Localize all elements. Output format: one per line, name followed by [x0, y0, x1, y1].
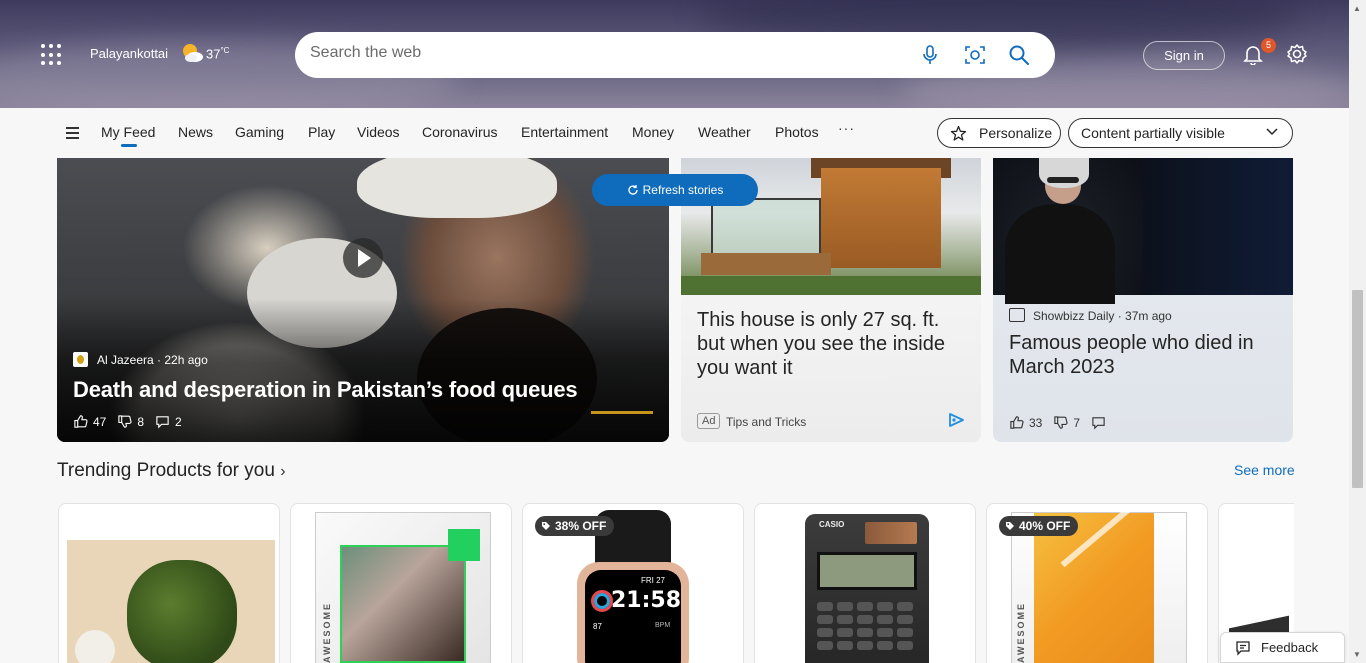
thumbs-up-icon[interactable]: [73, 414, 88, 429]
tab-videos[interactable]: Videos: [357, 124, 400, 140]
scroll-down-arrow-icon[interactable]: ▼: [1353, 650, 1361, 659]
temperature[interactable]: 37°C: [206, 46, 229, 61]
ad-choices-icon[interactable]: [947, 412, 965, 428]
chevron-right-icon: ›: [280, 463, 286, 480]
card-reactions: 47 8 2: [73, 414, 182, 429]
feedback-button[interactable]: Feedback: [1220, 632, 1345, 663]
search-input[interactable]: [310, 44, 890, 62]
scroll-up-arrow-icon[interactable]: ▲: [1353, 4, 1361, 13]
search-icon[interactable]: [1008, 44, 1030, 66]
scrollbar-thumb[interactable]: [1352, 290, 1363, 488]
chevron-down-icon: [1266, 128, 1278, 136]
content-visibility-dropdown[interactable]: Content partially visible: [1068, 118, 1293, 148]
product-card[interactable]: [58, 503, 280, 663]
feedback-icon: [1236, 641, 1250, 656]
likes-count: 33: [1029, 415, 1043, 430]
thumbs-down-icon[interactable]: [1053, 415, 1068, 430]
product-image: CASIO: [805, 514, 929, 663]
see-more-link[interactable]: See more: [1234, 462, 1295, 478]
thumbs-up-icon[interactable]: [1009, 415, 1024, 430]
card-source[interactable]: Al Jazeera · 22h ago: [97, 353, 208, 367]
partly-sunny-icon[interactable]: [180, 42, 204, 64]
search-bar: [295, 32, 1055, 78]
refresh-stories-label: Refresh stories: [642, 183, 724, 197]
visual-search-icon[interactable]: [964, 44, 986, 66]
likes-count: 47: [93, 414, 107, 429]
showbizz-logo-icon: [1009, 308, 1025, 322]
tab-entertainment[interactable]: Entertainment: [521, 124, 608, 140]
tab-news[interactable]: News: [178, 124, 213, 140]
comment-icon[interactable]: [155, 414, 170, 429]
al-jazeera-logo-icon: [73, 352, 88, 367]
price-tag-icon: [1006, 522, 1014, 530]
product-image: [67, 540, 275, 663]
discount-badge: 38% OFF: [535, 516, 615, 536]
trending-products-carousel: AWESOME FRI 27 21:58 87 BPM 38% OFF CASI…: [57, 503, 1294, 663]
ad-label-badge: Ad: [697, 413, 721, 429]
menu-icon[interactable]: [66, 127, 79, 139]
thumbs-down-icon[interactable]: [117, 414, 132, 429]
refresh-icon: [628, 185, 638, 195]
ad-title[interactable]: This house is only 27 sq. ft. but when y…: [697, 308, 972, 380]
page-scrollbar[interactable]: ▲ ▼: [1349, 0, 1366, 663]
ad-source: Tips and Tricks: [726, 415, 807, 429]
news-card-main[interactable]: Al Jazeera · 22h ago Death and desperati…: [57, 158, 669, 442]
card-title[interactable]: Death and desperation in Pakistan’s food…: [73, 377, 578, 403]
tab-coronavirus[interactable]: Coronavirus: [422, 124, 497, 140]
apps-grid-icon[interactable]: [41, 44, 63, 66]
product-card[interactable]: AWESOME: [290, 503, 512, 663]
feedback-label: Feedback: [1261, 640, 1319, 655]
dislikes-count: 8: [137, 414, 145, 429]
tab-weather[interactable]: Weather: [698, 124, 751, 140]
product-card[interactable]: CASIO: [754, 503, 976, 663]
tab-photos[interactable]: Photos: [775, 124, 819, 140]
content-visibility-value: Content partially visible: [1081, 125, 1225, 141]
trending-products-heading[interactable]: Trending Products for you ›: [57, 460, 286, 482]
tab-my-feed[interactable]: My Feed: [101, 124, 155, 147]
comments-count: 2: [175, 414, 182, 429]
news-card-showbizz[interactable]: Showbizz Daily · 37m ago Famous people w…: [993, 158, 1293, 442]
card-source[interactable]: Showbizz Daily · 37m ago: [1033, 309, 1172, 323]
tab-money[interactable]: Money: [632, 124, 674, 140]
dislikes-count: 7: [1073, 415, 1081, 430]
comment-icon[interactable]: [1091, 415, 1106, 430]
personalize-button[interactable]: Personalize: [937, 118, 1061, 148]
notification-count-badge: 5: [1261, 38, 1276, 53]
sign-in-button[interactable]: Sign in: [1143, 41, 1225, 70]
microphone-icon[interactable]: [919, 44, 941, 66]
news-image: [993, 158, 1293, 304]
personalize-label: Personalize: [979, 125, 1053, 141]
play-video-icon[interactable]: [343, 238, 383, 278]
card-reactions: 33 7: [1009, 415, 1106, 430]
product-card[interactable]: AWESOME 40% OFF: [986, 503, 1208, 663]
product-image: AWESOME: [315, 512, 491, 663]
discount-badge: 40% OFF: [999, 516, 1079, 536]
settings-gear-icon[interactable]: [1286, 43, 1308, 65]
product-card[interactable]: FRI 27 21:58 87 BPM 38% OFF: [522, 503, 744, 663]
tab-gaming[interactable]: Gaming: [235, 124, 284, 140]
card-title[interactable]: Famous people who died in March 2023: [1009, 331, 1279, 379]
tab-play[interactable]: Play: [308, 124, 335, 140]
more-tabs-button[interactable]: ···: [838, 120, 855, 136]
refresh-stories-button[interactable]: Refresh stories: [592, 174, 758, 206]
price-tag-icon: [542, 522, 550, 530]
sparkle-star-icon: [950, 125, 967, 141]
location-label[interactable]: Palayankottai: [90, 46, 168, 61]
feed-nav-bar: My Feed News Gaming Play Videos Coronavi…: [0, 108, 1349, 158]
